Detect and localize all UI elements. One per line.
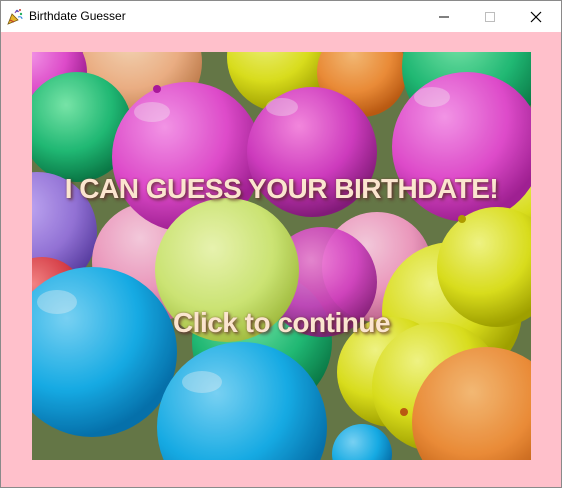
maximize-button[interactable]	[467, 1, 513, 32]
splash-panel[interactable]: I CAN GUESS YOUR BIRTHDATE! Click to con…	[32, 52, 531, 460]
party-popper-icon	[7, 8, 24, 25]
headline: I CAN GUESS YOUR BIRTHDATE!	[64, 173, 499, 204]
minimize-icon	[439, 16, 449, 17]
click-to-continue-label[interactable]: Click to continue	[32, 304, 531, 342]
minimize-button[interactable]	[421, 1, 467, 32]
close-button[interactable]	[513, 1, 559, 32]
balloons-background-image	[32, 52, 531, 460]
title-bar[interactable]: Birthdate Guesser	[1, 1, 561, 32]
close-icon	[530, 11, 542, 22]
window-title: Birthdate Guesser	[29, 9, 126, 23]
maximize-icon	[485, 11, 495, 22]
app-window: Birthdate Guesser I CAN GUESS YOUR BIRTH…	[0, 0, 562, 488]
